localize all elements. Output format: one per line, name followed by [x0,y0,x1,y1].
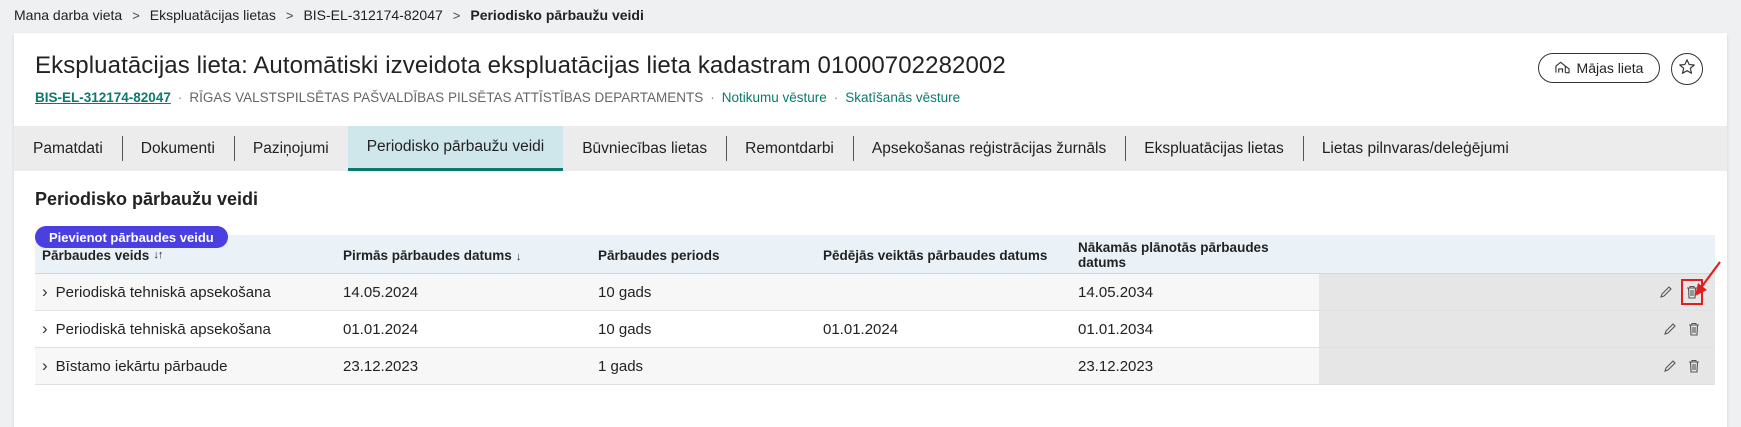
column-header-last-date[interactable]: Pēdējās veiktās pārbaudes datums [816,248,1071,263]
tab-construction-files[interactable]: Būvniecības lietas [563,126,726,171]
column-label: Pārbaudes veids [42,247,150,263]
cell-type: › Bīstamo iekārtu pārbaude [35,356,336,376]
house-file-button[interactable]: Mājas lieta [1538,53,1660,83]
breadcrumb-item-file-code[interactable]: BIS-EL-312174-82047 [303,7,442,23]
house-button-label: Mājas lieta [1576,60,1644,76]
cell-first-date: 01.01.2024 [343,320,419,338]
column-header-period[interactable]: Pārbaudes periods [591,248,816,263]
table-row[interactable]: › Periodiskā tehniskā apsekošana 14.05.20… [35,274,1715,311]
add-inspection-type-button[interactable]: Pievienot pārbaudes veidu [35,226,228,248]
page-title: Ekspluatācijas lieta: Automātiski izveid… [35,52,1006,79]
column-header-next-date[interactable]: Nākamās plānotās pārbaudes datums [1071,240,1319,270]
column-label: Pirmās pārbaudes datums [343,247,512,263]
type-text: Periodiskā tehniskā apsekošana [55,283,271,301]
cell-actions [1319,348,1715,384]
tab-operation-files[interactable]: Ekspluatācijas lietas [1125,126,1303,171]
section-title: Periodisko pārbaužu veidi [35,189,259,209]
breadcrumb-separator: > [452,7,461,23]
cell-last-date: 01.01.2024 [823,320,899,338]
inspections-table: Pārbaudes veids ↓↑ Pirmās pārbaudes datum… [35,235,1715,385]
chevron-right-icon[interactable]: › [42,282,48,302]
views-history-link[interactable]: Skatīšanās vēsture [845,90,960,105]
cell-type: › Periodiskā tehniskā apsekošana [35,319,336,339]
cell-next-date: 23.12.2023 [1078,357,1154,375]
breadcrumb-separator: > [285,7,294,23]
file-code-link[interactable]: BIS-EL-312174-82047 [35,90,171,105]
cell-period: 10 gads [598,320,652,338]
type-text: Periodiskā tehniskā apsekošana [55,320,271,338]
cell-next-date: 14.05.2034 [1078,283,1154,301]
cell-next-date: 01.01.2034 [1078,320,1154,338]
pencil-icon[interactable] [1661,320,1679,338]
tab-bar: Pamatdati Dokumenti Paziņojumi Periodisk… [14,126,1727,171]
type-text: Bīstamo iekārtu pārbaude [55,357,228,375]
sort-icon: ↓ [515,250,521,263]
tab-notifications[interactable]: Paziņojumi [233,126,348,171]
breadcrumb-item-workplace[interactable]: Mana darba vieta [14,7,122,23]
meta-separator: · [710,90,715,105]
table-header: Pārbaudes veids ↓↑ Pirmās pārbaudes datum… [35,235,1715,274]
main-card: Ekspluatācijas lieta: Automātiski izveid… [14,33,1727,427]
tab-repairs[interactable]: Remontdarbi [726,126,853,171]
cell-first-date: 14.05.2024 [343,283,419,301]
breadcrumb-current: Periodisko pārbaužu veidi [470,7,644,23]
breadcrumb: Mana darba vieta > Ekspluatācijas lietas… [14,6,644,24]
table-row[interactable]: › Bīstamo iekārtu pārbaude 23.12.2023 1 g… [35,348,1715,385]
trash-icon[interactable] [1685,357,1703,375]
trash-icon[interactable] [1685,320,1703,338]
tab-survey-log[interactable]: Apsekošanas reģistrācijas žurnāls [852,126,1125,171]
pencil-icon[interactable] [1657,283,1675,301]
file-meta: BIS-EL-312174-82047 · Rīgas valstspilsēt… [35,90,960,105]
column-header-first-date[interactable]: Pirmās pārbaudes datums ↓ [336,248,591,263]
cell-period: 1 gads [598,357,644,375]
cell-actions [1319,274,1715,310]
chevron-right-icon[interactable]: › [42,319,48,339]
column-header-actions [1319,237,1715,273]
house-icon [1554,60,1570,77]
breadcrumb-separator: > [132,7,140,23]
meta-separator: · [833,90,839,105]
pencil-icon[interactable] [1661,357,1679,375]
breadcrumb-item-operation-files[interactable]: Ekspluatācijas lietas [150,7,276,23]
favorite-button[interactable] [1671,53,1703,85]
table-row[interactable]: › Periodiskā tehniskā apsekošana 01.01.20… [35,311,1715,348]
chevron-right-icon[interactable]: › [42,356,48,376]
tab-periodic-inspections[interactable]: Periodisko pārbaužu veidi [347,126,564,171]
tab-authorizations[interactable]: Lietas pilnvaras/deleģējumi [1302,126,1528,171]
events-history-link[interactable]: Notikumu vēsture [722,90,827,105]
cell-actions [1319,311,1715,347]
tab-documents[interactable]: Dokumenti [121,126,234,171]
sort-icon: ↓↑ [153,249,163,261]
cell-period: 10 gads [598,283,652,301]
cell-type: › Periodiskā tehniskā apsekošana [35,282,336,302]
department-label: Rīgas valstspilsētas pašvaldības pilsēta… [189,90,704,105]
tab-basic-data[interactable]: Pamatdati [14,126,122,171]
star-icon [1678,58,1696,81]
cell-first-date: 23.12.2023 [343,357,419,375]
meta-separator: · [177,90,183,105]
column-header-type[interactable]: Pārbaudes veids ↓↑ [35,248,336,263]
annotation-arrow-icon [1695,261,1721,296]
